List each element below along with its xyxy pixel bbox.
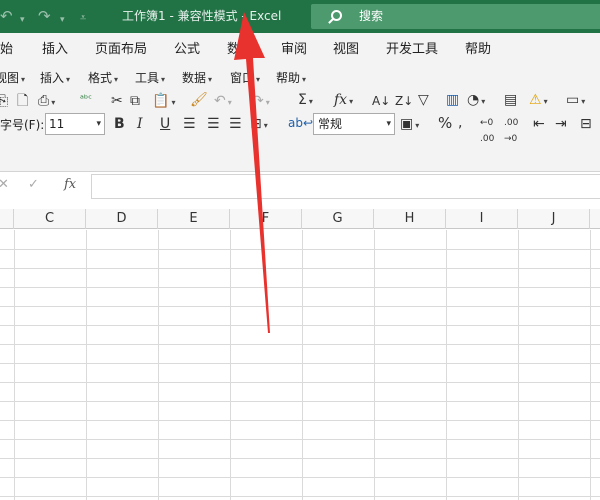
number-format-select[interactable]: 常规 ▾: [313, 113, 395, 135]
shapes-icon[interactable]: ◔ ▾: [467, 92, 485, 110]
menu-insert[interactable]: 插入 ▾: [40, 71, 70, 87]
chevron-down-icon: ▾: [386, 119, 391, 129]
column-header-g[interactable]: G: [302, 209, 374, 229]
decrease-decimal-icon[interactable]: .00 →0: [504, 115, 518, 147]
column-header-f[interactable]: F: [230, 209, 302, 229]
column-headers: C D E F G H I J: [0, 209, 600, 229]
standard-toolbar: ⎘ 🗋 ⎙ ▾ ᵃᵇᶜ ✂ ⧉ 📋 ▾ 🖌 ↶ ▾ ↷ ▾ Σ ▾ fx ▾ A↓ Z↓ ▽…: [0, 90, 600, 112]
format-painter-icon[interactable]: 🖌: [190, 92, 208, 108]
decrease-indent-icon[interactable]: ⇤: [533, 116, 545, 132]
print-preview-icon[interactable]: 🗋: [17, 93, 28, 109]
bold-button[interactable]: B: [114, 116, 125, 132]
menu-tools[interactable]: 工具 ▾: [135, 71, 165, 87]
warning-icon[interactable]: ⚠ ▾: [529, 92, 548, 110]
column-header-h[interactable]: H: [374, 209, 446, 229]
tab-developer[interactable]: 开发工具: [386, 41, 438, 58]
wrap-text-icon[interactable]: ab↩: [288, 115, 313, 131]
tab-home[interactable]: 开始: [0, 41, 13, 58]
title-bar: ↶ ▾ ↷ ▾ ⩡ 工作簿1 - 兼容性模式 - Excel 搜索: [0, 0, 600, 33]
menu-data[interactable]: 数据 ▾: [182, 71, 212, 87]
align-center-icon[interactable]: ☰: [207, 116, 220, 132]
sort-ascending-icon[interactable]: A↓: [372, 93, 390, 109]
search-box[interactable]: 搜索: [311, 4, 600, 29]
redo-toolbar-icon[interactable]: ↷ ▾: [252, 93, 270, 111]
font-size-label: 字号(F):: [0, 118, 45, 132]
copy-icon[interactable]: ⧉: [130, 93, 140, 109]
chevron-down-icon: ▾: [96, 119, 101, 129]
tab-formulas[interactable]: 公式: [174, 41, 200, 58]
menu-view[interactable]: 视图 ▾: [0, 71, 25, 87]
cut-icon[interactable]: ✂: [111, 93, 123, 109]
insert-function-button[interactable]: fx: [64, 177, 76, 192]
ribbon-bottom-edge: [0, 160, 600, 172]
accounting-format-icon[interactable]: ▣ ▾: [400, 116, 419, 134]
open-icon[interactable]: ⎘: [0, 93, 8, 109]
increase-decimal-icon[interactable]: ←0.00: [480, 115, 494, 147]
comment-icon[interactable]: ▭ ▾: [566, 92, 585, 110]
increase-indent-icon[interactable]: ⇥: [555, 116, 567, 132]
undo-dropdown-icon[interactable]: ▾: [20, 11, 25, 29]
worksheet-grid[interactable]: C D E F G H I J: [0, 209, 600, 500]
filter-icon[interactable]: ▽: [418, 92, 429, 108]
window-title: 工作簿1 - 兼容性模式 - Excel: [122, 9, 282, 23]
menu-window[interactable]: 窗口 ▾: [230, 71, 260, 87]
column-header-i[interactable]: I: [446, 209, 518, 229]
align-left-icon[interactable]: ☰: [183, 116, 196, 132]
formula-input[interactable]: [91, 174, 600, 199]
tab-review[interactable]: 审阅: [281, 41, 307, 58]
column-header-d[interactable]: D: [86, 209, 158, 229]
comma-style-icon[interactable]: ,: [458, 115, 462, 131]
spelling-icon[interactable]: ᵃᵇᶜ: [80, 92, 92, 108]
redo-dropdown-icon[interactable]: ▾: [60, 11, 65, 29]
cell-gridlines: [0, 230, 600, 500]
borders-icon[interactable]: ⊟: [580, 116, 592, 132]
column-header-c[interactable]: C: [14, 209, 86, 229]
tab-data[interactable]: 数据: [227, 41, 253, 58]
tab-page-layout[interactable]: 页面布局: [95, 41, 147, 58]
insert-function-icon[interactable]: fx ▾: [334, 92, 353, 110]
underline-button[interactable]: U: [160, 116, 170, 132]
column-header-partial[interactable]: [0, 209, 14, 229]
enter-icon[interactable]: ✓: [28, 177, 39, 192]
sort-descending-icon[interactable]: Z↓: [395, 93, 413, 109]
column-header-j[interactable]: J: [518, 209, 590, 229]
paste-icon[interactable]: 📋 ▾: [152, 93, 175, 111]
percent-button[interactable]: %: [438, 115, 452, 131]
classic-menu-bar: 视图 ▾ 插入 ▾ 格式 ▾ 工具 ▾ 数据 ▾ 窗口 ▾ 帮助 ▾: [0, 66, 600, 90]
number-format-value: 常规: [318, 117, 343, 131]
excel-window: ↶ ▾ ↷ ▾ ⩡ 工作簿1 - 兼容性模式 - Excel 搜索 开始 插入 …: [0, 0, 600, 500]
search-icon: [331, 10, 342, 21]
font-size-select[interactable]: 11 ▾: [45, 113, 105, 135]
customize-quick-access-icon[interactable]: ⩡: [80, 9, 86, 27]
italic-button[interactable]: I: [137, 116, 143, 132]
tab-help[interactable]: 帮助: [465, 41, 491, 58]
font-size-value: 11: [49, 117, 65, 131]
align-right-icon[interactable]: ☰: [229, 116, 242, 132]
undo-icon[interactable]: ↶: [0, 7, 13, 25]
print-icon[interactable]: ⎙ ▾: [38, 93, 55, 111]
ribbon-tabs: 开始 插入 页面布局 公式 数据 审阅 视图 开发工具 帮助: [0, 33, 600, 66]
menu-help[interactable]: 帮助 ▾: [276, 71, 306, 87]
autosum-icon[interactable]: Σ ▾: [298, 92, 313, 110]
menu-format[interactable]: 格式 ▾: [88, 71, 118, 87]
search-label: 搜索: [359, 9, 384, 23]
column-header-e[interactable]: E: [158, 209, 230, 229]
redo-icon[interactable]: ↷: [38, 7, 51, 25]
formula-bar: ✕ ✓ fx: [0, 173, 600, 200]
table-icon[interactable]: ▤: [504, 92, 517, 108]
cancel-icon[interactable]: ✕: [0, 177, 9, 192]
tab-insert[interactable]: 插入: [42, 41, 68, 58]
undo-toolbar-icon[interactable]: ↶ ▾: [214, 93, 232, 111]
tab-view[interactable]: 视图: [333, 41, 359, 58]
chart-icon[interactable]: ▥: [446, 92, 459, 108]
merge-center-icon[interactable]: ⊞ ▾: [250, 116, 268, 134]
formatting-toolbar: 字号(F): 11 ▾ B I U ☰ ☰ ☰ ⊞ ▾ ab↩ 常规 ▾ ▣ ▾ %…: [0, 112, 600, 160]
